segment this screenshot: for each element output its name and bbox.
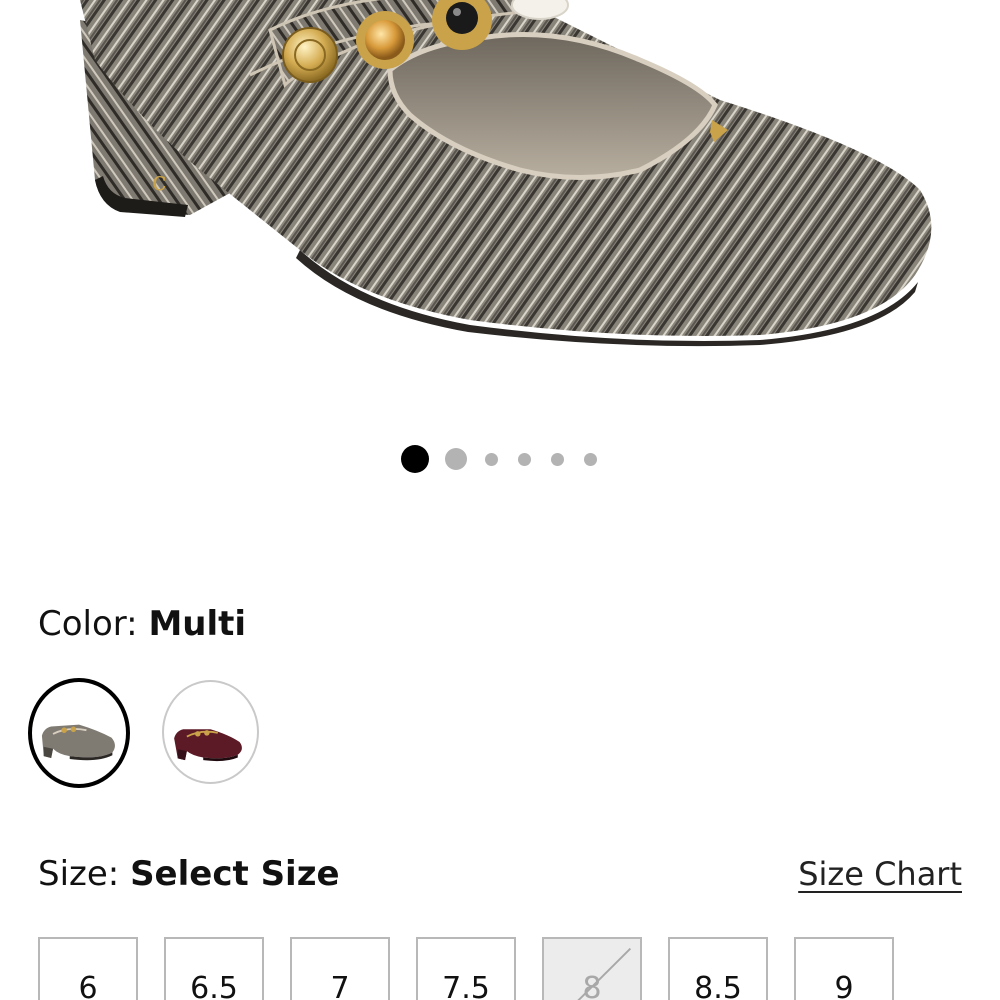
svg-text:c: c xyxy=(152,167,167,197)
gallery-dot-5[interactable] xyxy=(551,452,564,466)
size-options: 6 6.5 7 7.5 8 8.5 9 xyxy=(38,937,962,1000)
gallery-dot-3[interactable] xyxy=(485,452,498,466)
product-image[interactable]: c xyxy=(0,0,1000,420)
burgundy-shoe-thumbnail xyxy=(174,729,242,762)
size-option-label: 7 xyxy=(330,971,350,1000)
gallery-dot-4[interactable] xyxy=(518,452,531,466)
multi-shoe-thumbnail xyxy=(41,724,115,761)
size-option-6[interactable]: 6 xyxy=(38,937,138,1000)
product-page: c Color: Multi Size: Select Size Size Ch… xyxy=(0,0,1000,1000)
size-option-9[interactable]: 9 xyxy=(794,937,894,1000)
size-option-7-5[interactable]: 7.5 xyxy=(416,937,516,1000)
size-option-label: 6.5 xyxy=(190,971,238,1000)
size-heading: Size: Select Size xyxy=(38,850,340,898)
size-option-label: 7.5 xyxy=(442,971,490,1000)
size-option-label: 9 xyxy=(834,971,854,1000)
size-option-label: 8 xyxy=(582,971,602,1000)
size-option-8-5[interactable]: 8.5 xyxy=(668,937,768,1000)
size-option-6-5[interactable]: 6.5 xyxy=(164,937,264,1000)
gallery-dot-6[interactable] xyxy=(584,452,597,466)
size-option-8-unavailable: 8 xyxy=(542,937,642,1000)
color-swatch-multi[interactable] xyxy=(28,678,130,788)
size-option-label: 8.5 xyxy=(694,971,742,1000)
size-label: Size: xyxy=(38,854,120,894)
gallery-dot-1[interactable] xyxy=(401,445,429,473)
color-label: Color: xyxy=(38,604,138,644)
color-value: Multi xyxy=(148,604,247,644)
size-option-7[interactable]: 7 xyxy=(290,937,390,1000)
size-option-label: 6 xyxy=(78,971,98,1000)
gallery-pagination xyxy=(0,443,1000,475)
color-heading: Color: Multi xyxy=(38,600,246,648)
shoe-illustration: c xyxy=(80,0,932,347)
color-swatch-burgundy[interactable] xyxy=(162,680,259,784)
size-chart-link[interactable]: Size Chart xyxy=(798,850,962,898)
gallery-dot-2[interactable] xyxy=(445,448,467,470)
size-value: Select Size xyxy=(130,854,340,894)
